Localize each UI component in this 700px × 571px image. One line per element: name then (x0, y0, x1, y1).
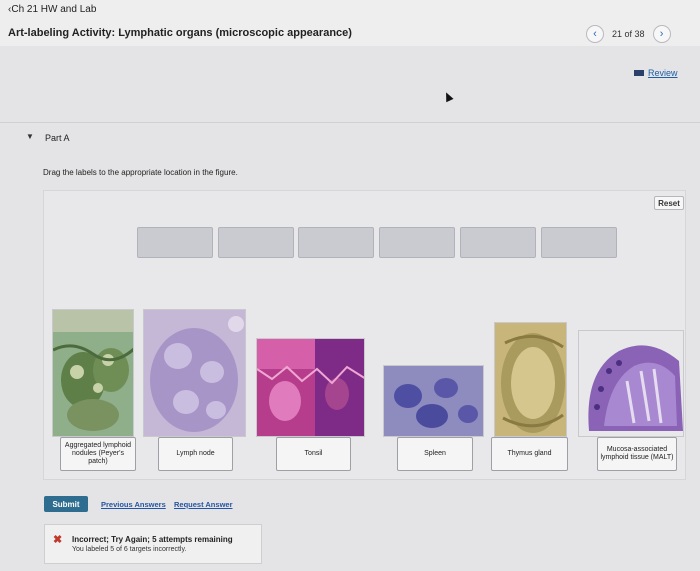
micrograph-lymph-node (143, 309, 246, 437)
submit-button[interactable]: Submit (44, 496, 88, 512)
label-text: Thymus gland (507, 450, 552, 457)
label-spleen[interactable]: Spleen (397, 437, 473, 471)
part-label[interactable]: Part A (45, 133, 70, 143)
back-link[interactable]: ‹Ch 21 HW and Lab (8, 4, 96, 15)
drop-target[interactable] (137, 227, 213, 258)
reset-button[interactable]: Reset (654, 196, 684, 210)
label-text: Mucosa-associated lymphoid tissue (MALT) (600, 446, 674, 461)
drop-target[interactable] (460, 227, 536, 258)
micrograph-tonsil (256, 338, 365, 437)
review-link[interactable]: Review (634, 68, 678, 78)
review-icon (634, 70, 644, 76)
label-text: Lymph node (176, 450, 215, 457)
micrograph-peyers-patch (52, 309, 134, 437)
back-link-label: Ch 21 HW and Lab (11, 4, 97, 15)
micrograph-thymus-gland (494, 322, 567, 437)
label-lymph-node[interactable]: Lymph node (158, 437, 233, 471)
chevron-right-icon: › (659, 28, 664, 40)
label-text: Aggregated lymphoid nodules (Peyer's pat… (64, 442, 132, 465)
top-bar: ‹Ch 21 HW and Lab Art-labeling Activity:… (0, 0, 700, 46)
pager-count: 21 of 38 (612, 29, 645, 39)
request-answer-link[interactable]: Request Answer (174, 500, 233, 509)
review-label: Review (648, 68, 678, 78)
drop-target[interactable] (379, 227, 455, 258)
previous-answers-link[interactable]: Previous Answers (101, 500, 166, 509)
next-button[interactable]: › (652, 25, 671, 43)
drop-target[interactable] (218, 227, 294, 258)
collapse-triangle-icon[interactable]: ▼ (26, 132, 34, 141)
page-title: Art-labeling Activity: Lymphatic organs … (8, 27, 352, 39)
feedback-box: ✖ Incorrect; Try Again; 5 attempts remai… (44, 524, 262, 564)
error-x-icon: ✖ (53, 534, 63, 546)
feedback-detail: You labeled 5 of 6 targets incorrectly. (72, 546, 187, 553)
pager: ‹ 21 of 38 › (586, 25, 671, 43)
feedback-heading: Incorrect; Try Again; 5 attempts remaini… (72, 535, 233, 544)
chevron-left-icon: ‹ (593, 28, 597, 40)
prev-button[interactable]: ‹ (586, 25, 604, 43)
label-peyers-patch[interactable]: Aggregated lymphoid nodules (Peyer's pat… (60, 437, 136, 471)
label-text: Tonsil (304, 450, 323, 457)
label-thymus-gland[interactable]: Thymus gland (491, 437, 568, 471)
drop-target[interactable] (541, 227, 617, 258)
drop-target[interactable] (298, 227, 374, 258)
label-malt[interactable]: Mucosa-associated lymphoid tissue (MALT) (597, 437, 677, 471)
divider (0, 122, 700, 123)
instructions: Drag the labels to the appropriate locat… (43, 168, 238, 177)
micrograph-spleen (383, 365, 484, 437)
label-tonsil[interactable]: Tonsil (276, 437, 351, 471)
label-text: Spleen (424, 450, 446, 457)
micrograph-malt (578, 330, 684, 437)
